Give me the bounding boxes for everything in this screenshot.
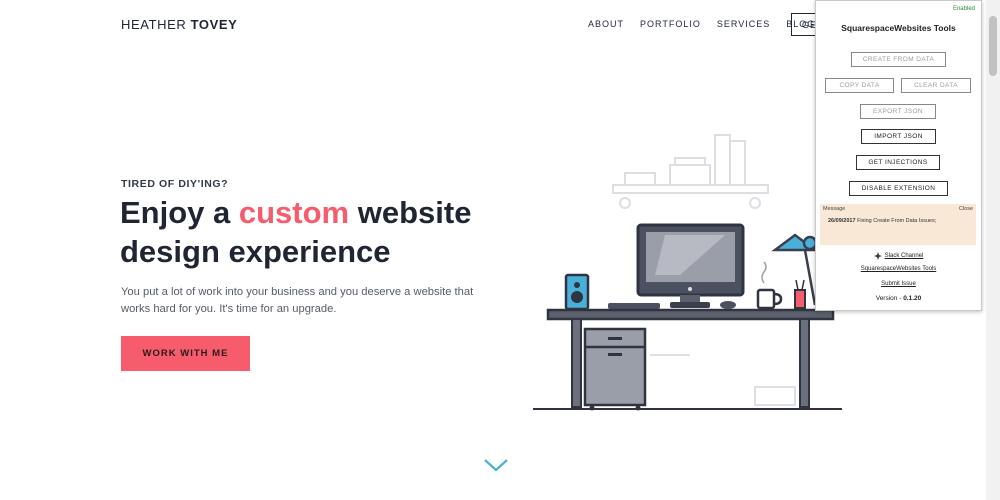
desk-illustration: [533, 134, 842, 411]
copy-data-button[interactable]: COPY DATA: [825, 78, 894, 93]
extension-popup: Enabled SquarespaceWebsites Tools CREATE…: [815, 0, 982, 311]
version-info: Version - 0.1.20: [816, 295, 981, 302]
extension-status: Enabled: [952, 6, 975, 12]
hero-eyebrow: TIRED OF DIY'ING?: [121, 178, 229, 190]
hero-subtext: You put a lot of work into your business…: [121, 286, 474, 315]
main-nav: ABOUT PORTFOLIO SERVICES BLOG: [588, 19, 815, 29]
nav-about[interactable]: ABOUT: [588, 19, 624, 29]
page-scrollbar[interactable]: [986, 0, 1000, 500]
nav-portfolio[interactable]: PORTFOLIO: [640, 19, 701, 29]
message-box: Message Close 26/09/2017 Fixing Create F…: [820, 204, 976, 245]
slack-link-row[interactable]: Slack Channel: [816, 252, 981, 262]
headline-pre: Enjoy a: [120, 195, 239, 230]
nav-services[interactable]: SERVICES: [717, 19, 770, 29]
extension-title: SquarespaceWebsites Tools: [841, 23, 956, 33]
slack-channel-link[interactable]: Slack Channel: [885, 253, 924, 259]
get-injections-button[interactable]: GET INJECTIONS: [856, 155, 940, 170]
site-logo[interactable]: HEATHER TOVEY: [121, 17, 237, 32]
logo-last: TOVEY: [190, 17, 238, 32]
disable-extension-button[interactable]: DISABLE EXTENSION: [849, 181, 948, 196]
message-text: 26/09/2017 Fixing Create From Data Issue…: [828, 218, 936, 224]
submit-issue-link[interactable]: Submit Issue: [816, 281, 981, 287]
import-json-button[interactable]: IMPORT JSON: [861, 129, 936, 144]
work-with-me-button[interactable]: WORK WITH ME: [121, 336, 250, 371]
headline-accent: custom: [238, 195, 350, 230]
version-number: 0.1.20: [903, 295, 922, 302]
message-date: 26/09/2017: [828, 218, 856, 224]
scrollbar-thumb[interactable]: [989, 16, 997, 76]
slack-icon: [873, 252, 882, 260]
clear-data-button[interactable]: CLEAR DATA: [901, 78, 971, 93]
create-from-data-button[interactable]: CREATE FROM DATA: [851, 52, 946, 67]
message-content: Fixing Create From Data Issues;: [857, 218, 937, 224]
message-close-link[interactable]: Close: [959, 206, 973, 212]
export-json-button[interactable]: EXPORT JSON: [860, 104, 936, 119]
message-label: Message: [823, 206, 846, 212]
logo-first: HEATHER: [121, 17, 187, 32]
squarespace-tools-link[interactable]: SquarespaceWebsites Tools: [816, 266, 981, 272]
scroll-down-chevron-icon[interactable]: [483, 457, 509, 473]
hero-headline: Enjoy a custom website design experience: [120, 193, 540, 271]
version-label: Version -: [875, 295, 904, 302]
